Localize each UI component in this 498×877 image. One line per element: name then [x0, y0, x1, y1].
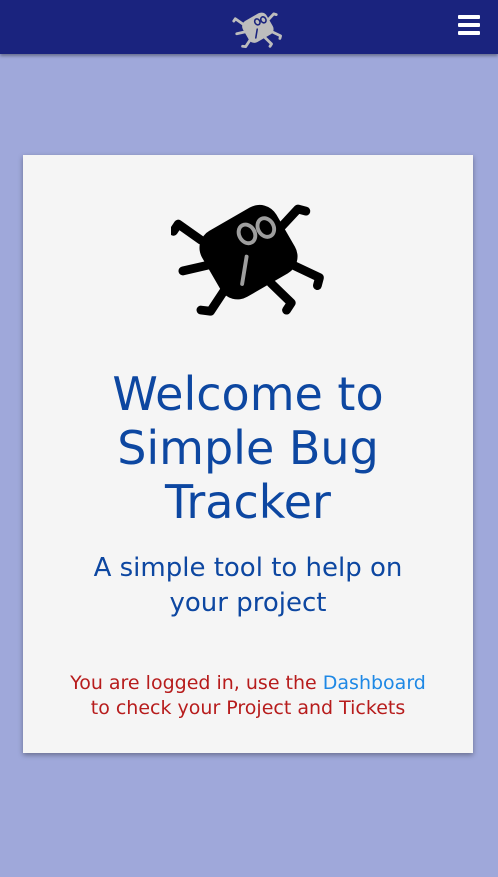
login-status-message: You are logged in, use the Dashboard to c…: [33, 671, 463, 721]
title-line: Simple Bug: [117, 421, 379, 475]
title-line: Welcome to: [112, 367, 384, 421]
bug-icon[interactable]: [231, 3, 285, 53]
status-suffix: to check your Project and Tickets: [90, 697, 406, 719]
page-title: Welcome to Simple Bug Tracker: [23, 367, 473, 529]
subtitle-line: A simple tool to help on: [93, 553, 403, 583]
hamburger-menu-icon[interactable]: [458, 15, 482, 37]
dashboard-link[interactable]: Dashboard: [323, 672, 426, 694]
welcome-card: Welcome to Simple Bug Tracker A simple t…: [23, 155, 473, 753]
title-line: Tracker: [165, 475, 331, 529]
status-prefix: You are logged in, use the: [70, 672, 323, 694]
bug-icon: [171, 204, 324, 316]
page-subtitle: A simple tool to help on your project: [43, 551, 453, 621]
navbar: [0, 0, 498, 54]
subtitle-line: your project: [169, 588, 327, 618]
